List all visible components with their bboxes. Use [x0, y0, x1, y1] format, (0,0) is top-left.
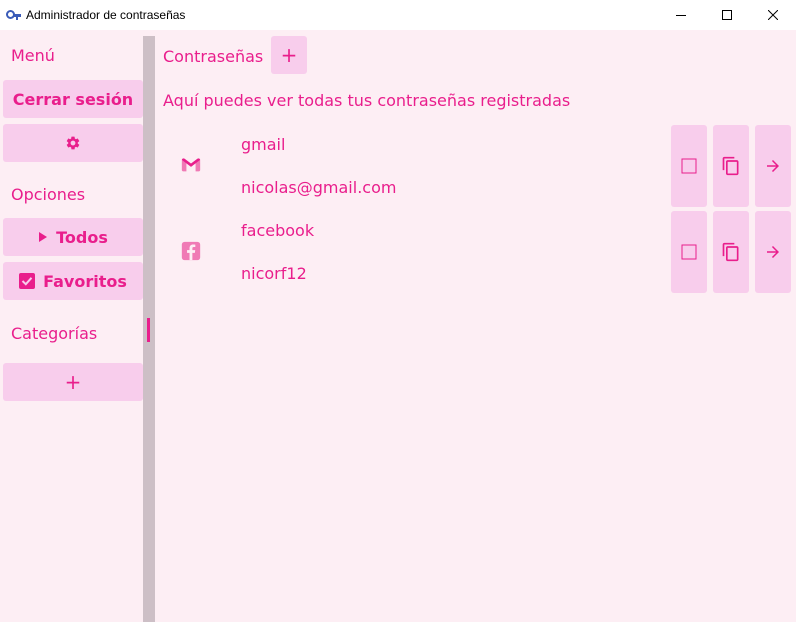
entry-username: nicorf12: [241, 264, 307, 283]
checkbox-empty-icon: [681, 244, 697, 260]
add-category-button[interactable]: +: [3, 363, 143, 401]
entry-name: facebook: [241, 221, 315, 240]
arrow-right-icon: [767, 246, 779, 258]
maximize-button[interactable]: [704, 0, 750, 30]
checkbox-empty-icon: [681, 158, 697, 174]
arrow-right-icon: [767, 160, 779, 172]
page-subtitle: Aquí puedes ver todas tus contraseñas re…: [163, 91, 571, 110]
copy-icon: [722, 156, 739, 176]
entry-username: nicolas@gmail.com: [241, 178, 397, 197]
password-entry: facebook nicorf12: [155, 211, 796, 295]
play-icon: [38, 231, 48, 243]
copy-button[interactable]: [713, 125, 749, 207]
add-password-button[interactable]: +: [271, 36, 307, 74]
copy-icon: [722, 242, 739, 262]
categories-heading: Categorías: [11, 324, 98, 343]
all-button[interactable]: Todos: [3, 218, 143, 256]
favorite-toggle-button[interactable]: [671, 125, 707, 207]
settings-button[interactable]: [3, 124, 143, 162]
checkbox-checked-icon: [19, 273, 36, 289]
copy-button[interactable]: [713, 211, 749, 293]
close-button[interactable]: [750, 0, 796, 30]
splitter-handle[interactable]: [147, 318, 150, 342]
add-category-label: +: [64, 370, 82, 394]
facebook-icon: [181, 241, 201, 261]
minimize-button[interactable]: [658, 0, 704, 30]
logout-label: Cerrar sesión: [12, 89, 134, 109]
entry-name: gmail: [241, 135, 286, 154]
keys-app-icon: [5, 7, 21, 23]
add-password-label: +: [280, 43, 298, 67]
favorite-toggle-button[interactable]: [671, 211, 707, 293]
favorites-button[interactable]: Favoritos: [3, 262, 143, 300]
password-entry: gmail nicolas@gmail.com: [155, 125, 796, 209]
gear-icon: [66, 136, 80, 150]
options-heading: Opciones: [11, 185, 86, 204]
close-icon: [768, 10, 778, 20]
window-controls: [658, 0, 796, 30]
menu-heading: Menú: [11, 46, 55, 65]
logout-button[interactable]: Cerrar sesión: [3, 80, 143, 118]
open-entry-button[interactable]: [755, 125, 791, 207]
open-entry-button[interactable]: [755, 211, 791, 293]
sidebar: Menú Cerrar sesión Opciones Todos Favori…: [0, 30, 143, 622]
main-panel: Contraseñas + Aquí puedes ver todas tus …: [155, 30, 796, 622]
minimize-icon: [676, 15, 686, 16]
all-label: Todos: [56, 227, 108, 247]
window-title: Administrador de contraseñas: [26, 8, 186, 22]
maximize-icon: [722, 10, 732, 20]
gmail-icon: [181, 158, 201, 172]
page-title: Contraseñas: [163, 47, 264, 66]
favorites-label: Favoritos: [43, 271, 127, 291]
title-bar: Administrador de contraseñas: [0, 0, 796, 30]
